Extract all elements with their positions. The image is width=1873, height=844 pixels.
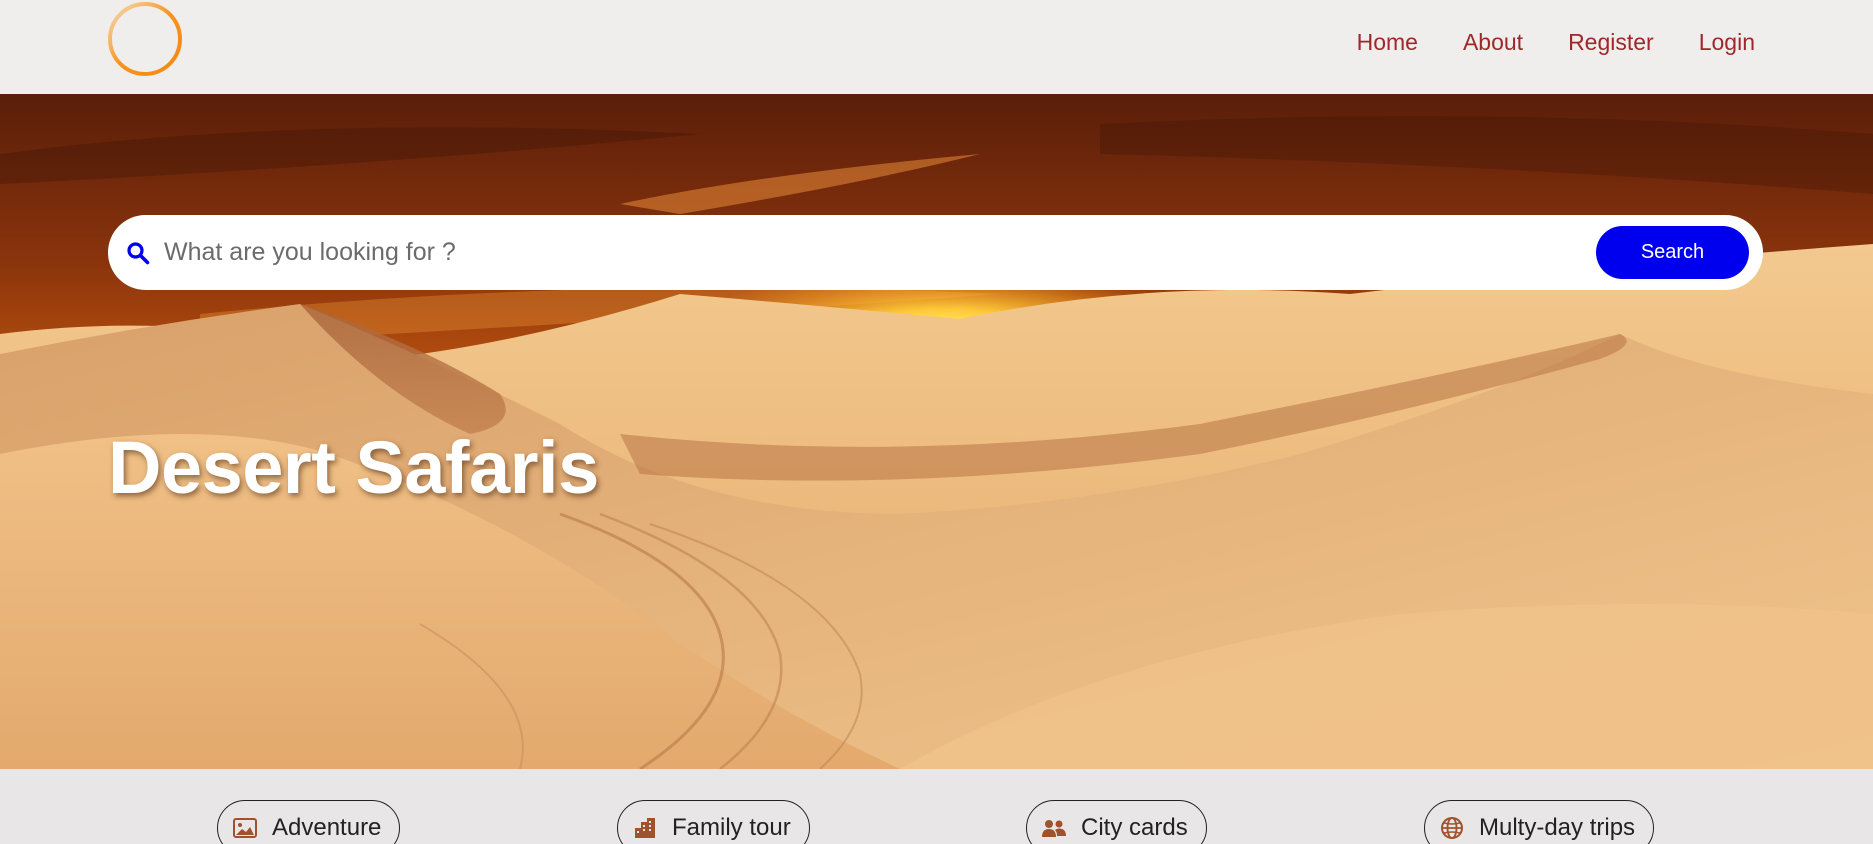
category-label: City cards: [1081, 814, 1188, 841]
category-label: Adventure: [272, 814, 382, 841]
building-icon: [632, 815, 658, 841]
hero-title: Desert Safaris: [108, 426, 599, 509]
users-icon: [1041, 815, 1067, 841]
category-adventure[interactable]: Adventure: [217, 800, 401, 844]
nav-about-link[interactable]: About: [1463, 22, 1523, 62]
orange-ring-logo[interactable]: [106, 0, 184, 78]
search-icon: [124, 239, 152, 267]
search-button[interactable]: Search: [1596, 226, 1749, 279]
category-label: Family tour: [672, 814, 791, 841]
category-label: Multy-day trips: [1479, 814, 1636, 841]
search-bar: Search: [108, 215, 1763, 290]
site-header: Home About Register Login: [0, 0, 1873, 94]
main-nav: Home About Register Login: [1357, 22, 1755, 62]
nav-register-link[interactable]: Register: [1568, 22, 1654, 62]
hero-section: Search Desert Safaris: [0, 94, 1873, 769]
category-city-cards[interactable]: City cards: [1026, 800, 1207, 844]
search-input[interactable]: [164, 222, 1596, 283]
nav-login-link[interactable]: Login: [1699, 22, 1755, 62]
category-family-tour[interactable]: Family tour: [617, 800, 810, 844]
category-bar: Adventure Family tour City cards Multy-d…: [0, 769, 1873, 844]
image-icon: [232, 815, 258, 841]
category-multi-day-trips[interactable]: Multy-day trips: [1424, 800, 1655, 844]
globe-icon: [1439, 815, 1465, 841]
nav-home-link[interactable]: Home: [1357, 22, 1418, 62]
